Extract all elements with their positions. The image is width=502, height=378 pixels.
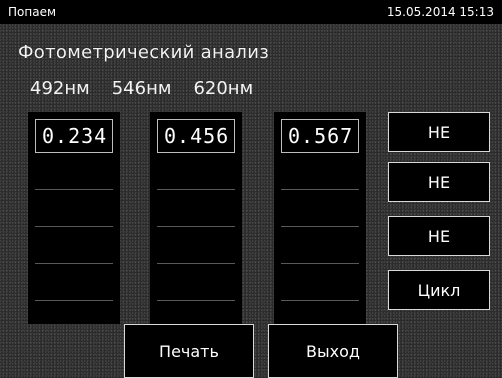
side-button-3[interactable]: НЕ xyxy=(388,216,490,256)
cycle-button[interactable]: Цикл xyxy=(388,270,490,310)
exit-button[interactable]: Выход xyxy=(268,324,398,378)
row-divider xyxy=(157,300,235,301)
side-button-1[interactable]: НЕ xyxy=(388,112,490,152)
measurement-value-2: 0.456 xyxy=(157,119,235,153)
measurement-column-1: 0.234 xyxy=(28,112,120,324)
wavelength-2: 546нм xyxy=(111,78,172,99)
row-divider xyxy=(281,226,359,227)
side-button-2[interactable]: НЕ xyxy=(388,162,490,202)
app-title: Попаем xyxy=(8,5,56,19)
wavelength-1: 492нм xyxy=(30,78,90,99)
row-divider xyxy=(35,189,113,190)
measurement-column-3: 0.567 xyxy=(274,112,366,324)
title-bar: Попаем 15.05.2014 15:13 xyxy=(0,0,502,24)
wavelength-3: 620нм xyxy=(193,78,254,99)
row-divider xyxy=(281,263,359,264)
print-button[interactable]: Печать xyxy=(124,324,254,378)
row-divider xyxy=(35,300,113,301)
row-divider xyxy=(157,263,235,264)
row-divider xyxy=(35,226,113,227)
measurement-value-1: 0.234 xyxy=(35,119,113,153)
measurement-value-3: 0.567 xyxy=(281,119,359,153)
wavelength-row: 492нм 546нм 620нм xyxy=(30,78,470,99)
row-divider xyxy=(35,263,113,264)
analysis-heading: Фотометрический анализ xyxy=(18,42,270,63)
row-divider xyxy=(157,189,235,190)
datetime: 15.05.2014 15:13 xyxy=(386,5,494,19)
measurement-column-2: 0.456 xyxy=(150,112,242,324)
row-divider xyxy=(281,189,359,190)
row-divider xyxy=(281,300,359,301)
row-divider xyxy=(157,226,235,227)
